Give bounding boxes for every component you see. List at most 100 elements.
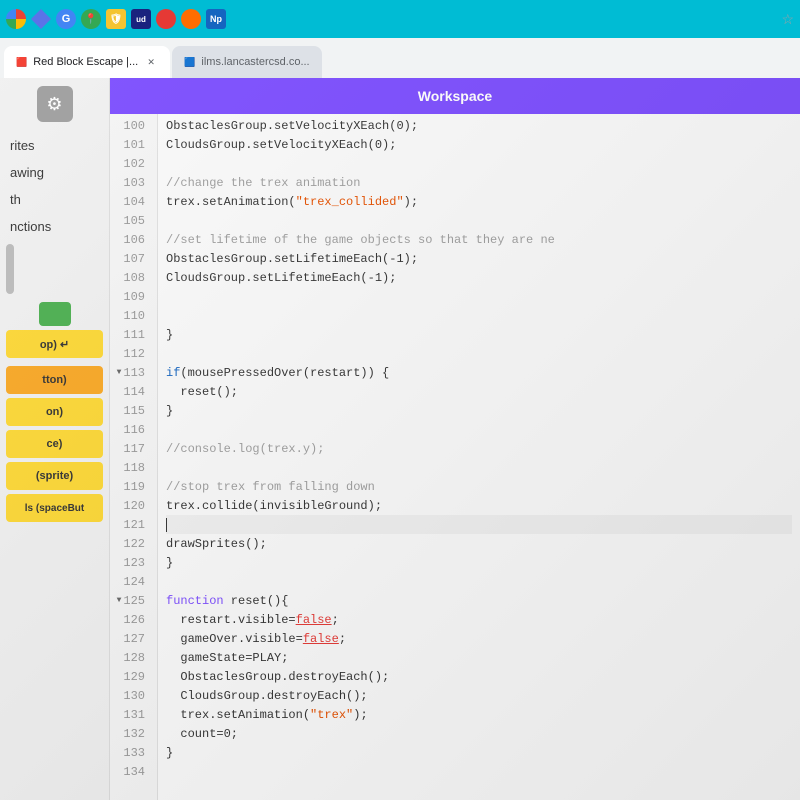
line-number-132: 132 [110, 724, 151, 743]
code-line-102 [166, 154, 792, 173]
line-number-127: 127 [110, 629, 151, 648]
line-number-109: 109 [110, 287, 151, 306]
line-number-116: 116 [110, 420, 151, 439]
code-line-111: } [166, 325, 792, 344]
line-number-108: 108 [110, 268, 151, 287]
code-line-133: } [166, 743, 792, 762]
browser-tabs-row: 🟥 Red Block Escape |... ✕ 🟦 ilms.lancast… [0, 38, 800, 78]
gear-icon: ⚙ [46, 94, 62, 115]
code-line-110 [166, 306, 792, 325]
line-number-133: 133 [110, 743, 151, 762]
line-numbers: 1001011021031041051061071081091101111121… [110, 114, 158, 800]
editor-header: Workspace [110, 78, 800, 114]
browser-top-bar: G 📍 🛡 ud Np ☆ [0, 0, 800, 38]
main-content: ⚙ rites awing th nctions op) ↵ tton) [0, 78, 800, 800]
ud-icon[interactable]: ud [131, 9, 151, 29]
sidebar-scrollbar[interactable] [6, 244, 14, 294]
block-spacebut[interactable]: ls (spaceBut [6, 494, 103, 522]
line-number-126: 126 [110, 610, 151, 629]
red-icon[interactable] [156, 9, 176, 29]
tab-red-block-label: Red Block Escape |... [33, 56, 138, 68]
line-number-119: 119 [110, 477, 151, 496]
code-line-124 [166, 572, 792, 591]
google-icon[interactable]: G [56, 9, 76, 29]
sidebar: ⚙ rites awing th nctions op) ↵ tton) [0, 78, 110, 800]
block-ce[interactable]: ce) [6, 430, 103, 458]
line-number-129: 129 [110, 667, 151, 686]
tab-close-red-block[interactable]: ✕ [144, 55, 158, 69]
code-line-130: CloudsGroup.destroyEach(); [166, 686, 792, 705]
code-line-104: trex.setAnimation("trex_collided"); [166, 192, 792, 211]
editor-container: Workspace 100101102103104105106107108109… [110, 78, 800, 800]
block-tton[interactable]: tton) [6, 366, 103, 394]
line-number-118: 118 [110, 458, 151, 477]
sidebar-item-rites[interactable]: rites [0, 132, 109, 159]
block-green[interactable] [39, 302, 71, 326]
code-line-100: ObstaclesGroup.setVelocityXEach(0); [166, 116, 792, 135]
line-number-120: 120 [110, 496, 151, 515]
line-number-110: 110 [110, 306, 151, 325]
line-number-101: 101 [110, 135, 151, 154]
sidebar-scroll-area [0, 240, 109, 298]
tab-ilms[interactable]: 🟦 ilms.lancastercsd.co... [172, 46, 321, 78]
line-number-115: 115 [110, 401, 151, 420]
line-number-121: 121 [110, 515, 151, 534]
code-line-117: //console.log(trex.y); [166, 439, 792, 458]
code-line-118 [166, 458, 792, 477]
gear-button[interactable]: ⚙ [37, 86, 73, 122]
sidebar-item-nctions[interactable]: nctions [0, 213, 109, 240]
code-line-132: count=0; [166, 724, 792, 743]
code-line-107: ObstaclesGroup.setLifetimeEach(-1); [166, 249, 792, 268]
tab-red-block[interactable]: 🟥 Red Block Escape |... ✕ [4, 46, 170, 78]
line-number-128: 128 [110, 648, 151, 667]
maps-icon[interactable]: 📍 [81, 9, 101, 29]
code-line-123: } [166, 553, 792, 572]
shield-icon[interactable]: 🛡 [106, 9, 126, 29]
line-number-104: 104 [110, 192, 151, 211]
line-number-130: 130 [110, 686, 151, 705]
code-line-105 [166, 211, 792, 230]
code-line-103: //change the trex animation [166, 173, 792, 192]
line-number-122: 122 [110, 534, 151, 553]
sidebar-item-th[interactable]: th [0, 186, 109, 213]
code-line-120: trex.collide(invisibleGround); [166, 496, 792, 515]
code-line-106: //set lifetime of the game objects so th… [166, 230, 792, 249]
code-line-115: } [166, 401, 792, 420]
line-number-134: 134 [110, 762, 151, 781]
code-line-121 [166, 515, 792, 534]
np-icon[interactable]: Np [206, 9, 226, 29]
code-line-112 [166, 344, 792, 363]
star-icon[interactable]: ☆ [781, 11, 794, 28]
sidebar-blocks: op) ↵ [0, 298, 109, 362]
line-number-113: 113 [110, 363, 151, 382]
line-number-125: 125 [110, 591, 151, 610]
line-number-105: 105 [110, 211, 151, 230]
orange-icon[interactable] [181, 9, 201, 29]
sidebar-blocks-bottom: tton) on) ce) (sprite) ls (spaceBut [0, 362, 109, 526]
code-line-134 [166, 762, 792, 781]
diamond-icon[interactable] [31, 9, 51, 29]
line-number-107: 107 [110, 249, 151, 268]
line-number-114: 114 [110, 382, 151, 401]
code-line-108: CloudsGroup.setLifetimeEach(-1); [166, 268, 792, 287]
line-number-131: 131 [110, 705, 151, 724]
line-number-112: 112 [110, 344, 151, 363]
block-on[interactable]: on) [6, 398, 103, 426]
code-line-114: reset(); [166, 382, 792, 401]
code-line-113: if(mousePressedOver(restart)) { [166, 363, 792, 382]
code-content[interactable]: ObstaclesGroup.setVelocityXEach(0); Cloud… [158, 114, 800, 800]
code-line-122: drawSprites(); [166, 534, 792, 553]
line-number-103: 103 [110, 173, 151, 192]
code-editor[interactable]: 1001011021031041051061071081091101111121… [110, 114, 800, 800]
browser-chrome: G 📍 🛡 ud Np ☆ 🟥 Red Block Escape |... ✕ … [0, 0, 800, 78]
sidebar-item-awing[interactable]: awing [0, 159, 109, 186]
code-line-129: ObstaclesGroup.destroyEach(); [166, 667, 792, 686]
code-line-125: function reset(){ [166, 591, 792, 610]
code-line-128: gameState=PLAY; [166, 648, 792, 667]
block-sprite[interactable]: (sprite) [6, 462, 103, 490]
line-number-100: 100 [110, 116, 151, 135]
chrome-icon[interactable] [6, 9, 26, 29]
line-number-111: 111 [110, 325, 151, 344]
code-line-127: gameOver.visible=false; [166, 629, 792, 648]
block-op[interactable]: op) ↵ [6, 330, 103, 358]
